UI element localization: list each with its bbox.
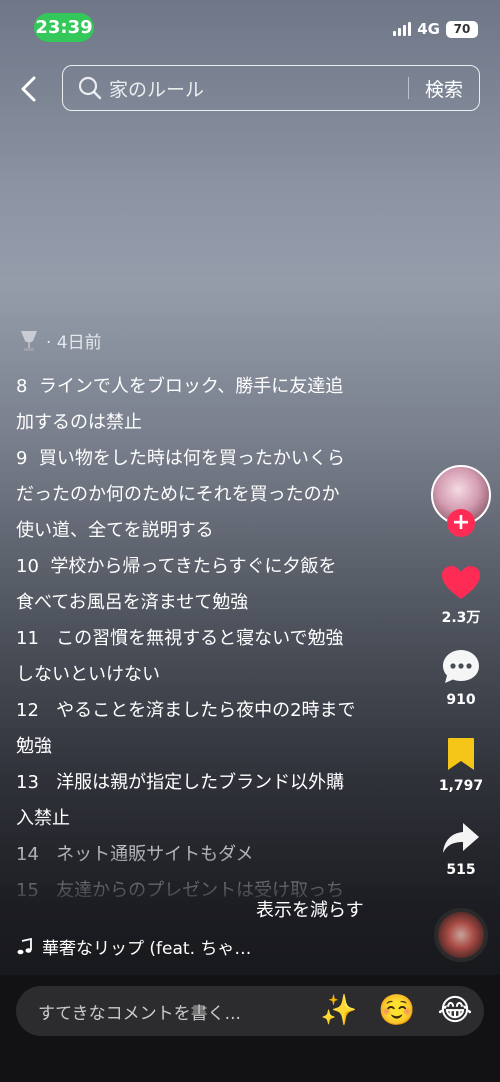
smiling-emoji-button[interactable]: ☺️ bbox=[368, 996, 426, 1026]
status-indicators: 4G 70 bbox=[393, 20, 478, 38]
caption-line: 入禁止 bbox=[16, 808, 70, 829]
caption-line: 14 ネット通販サイトもダメ bbox=[16, 844, 254, 865]
comment-button[interactable]: 910 bbox=[430, 648, 492, 708]
caption-line: だったのか何のためにそれを買ったのか bbox=[16, 484, 340, 505]
signal-icon bbox=[393, 22, 412, 36]
sparkles-emoji-button[interactable]: ✨ bbox=[310, 996, 368, 1026]
like-button[interactable]: 2.3万 bbox=[430, 565, 492, 627]
caption-line: 加するのは禁止 bbox=[16, 412, 142, 433]
status-time: 23:39 bbox=[34, 13, 94, 42]
trophy-icon bbox=[21, 330, 37, 351]
post-age: · 4日前 bbox=[46, 333, 102, 353]
like-count: 2.3万 bbox=[441, 610, 481, 626]
laughing-emoji-button[interactable]: 😂 bbox=[426, 996, 484, 1026]
search-bar[interactable]: 家のルール 検索 bbox=[62, 65, 480, 111]
share-count: 515 bbox=[446, 862, 476, 878]
comment-count: 910 bbox=[446, 692, 476, 708]
bookmark-icon bbox=[448, 738, 474, 770]
music-info[interactable]: 華奢なリップ (feat. ちゃ… bbox=[16, 934, 251, 959]
save-button[interactable]: 1,797 bbox=[430, 736, 492, 794]
search-icon bbox=[78, 76, 102, 100]
show-less-button[interactable]: 表示を減らす bbox=[256, 896, 364, 922]
music-title: 華奢なリップ (feat. ちゃ… bbox=[42, 939, 252, 959]
search-input[interactable]: 家のルール bbox=[109, 75, 408, 102]
caption-line: 11 この習慣を無視すると寝ないで勉強 bbox=[16, 628, 344, 649]
back-button[interactable] bbox=[14, 72, 46, 106]
caption-line: 勉強 bbox=[16, 736, 52, 757]
heart-icon bbox=[442, 566, 480, 599]
network-type: 4G bbox=[417, 20, 440, 38]
chevron-left-icon bbox=[21, 76, 36, 102]
post-meta: · 4日前 bbox=[18, 328, 102, 353]
creator-avatar[interactable]: + bbox=[431, 465, 491, 537]
comment-placeholder: すてきなコメントを書く... bbox=[38, 1003, 241, 1024]
follow-button[interactable]: + bbox=[447, 509, 475, 537]
music-disc[interactable] bbox=[434, 908, 488, 962]
caption-line: 10 学校から帰ってきたらすぐに夕飯を bbox=[16, 556, 337, 577]
battery-icon: 70 bbox=[446, 20, 478, 38]
caption-line: 食べてお風呂を済ませて勉強 bbox=[16, 592, 249, 613]
caption-line: 使い道、全てを説明する bbox=[16, 520, 214, 541]
share-arrow-icon bbox=[443, 823, 479, 853]
caption-line: 8 ラインで人をブロック、勝手に友達追 bbox=[16, 376, 344, 397]
comment-input[interactable]: すてきなコメントを書く... ✨ ☺️ 😂 bbox=[16, 986, 484, 1036]
share-button[interactable]: 515 bbox=[430, 820, 492, 878]
caption-line: 13 洋服は親が指定したブランド以外購 bbox=[16, 772, 345, 793]
search-button[interactable]: 検索 bbox=[409, 75, 479, 102]
caption-line: 9 買い物をした時は何を買ったかいくら bbox=[16, 448, 345, 469]
caption-line: しないといけない bbox=[16, 664, 160, 685]
caption-line: 12 やることを済ましたら夜中の2時まで bbox=[16, 700, 356, 721]
comment-bubble-icon bbox=[443, 650, 479, 683]
save-count: 1,797 bbox=[438, 778, 484, 794]
post-caption[interactable]: 8 ラインで人をブロック、勝手に友達追 加するのは禁止 9 買い物をした時は何を… bbox=[16, 369, 386, 899]
music-note-icon bbox=[17, 937, 32, 954]
